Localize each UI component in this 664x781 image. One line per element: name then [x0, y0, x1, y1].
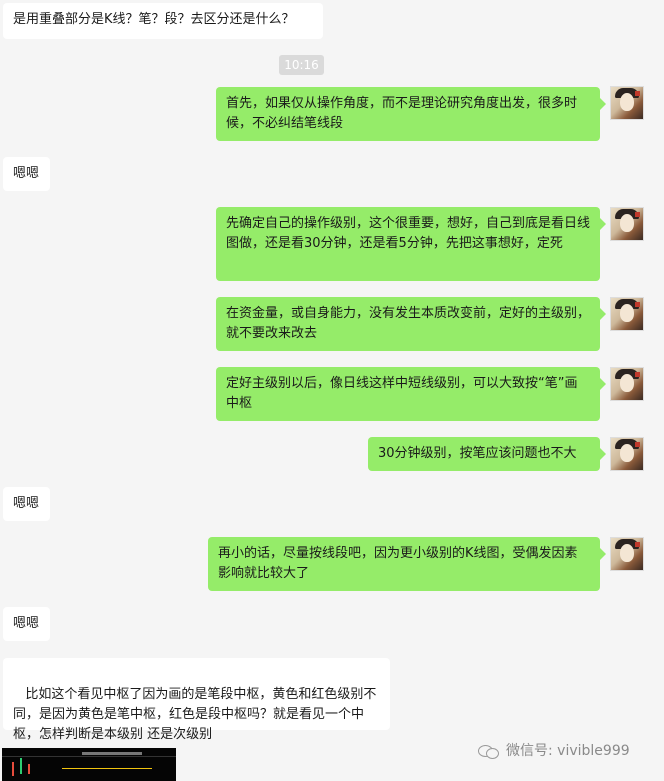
- avatar-icon[interactable]: [610, 437, 644, 471]
- message-sent: 在资金量，或自身能力，没有发生本质改变前，定好的主级别，就不要改来改去: [216, 297, 606, 351]
- watermark-text: 微信号: vivible999: [506, 743, 630, 759]
- message-sent: 先确定自己的操作级别，这个很重要，想好，自己到底是看日线图做，还是看30分钟，还…: [216, 207, 606, 281]
- message-text: 30分钟级别，按笔应该问题也不大: [378, 446, 577, 461]
- avatar-icon[interactable]: [610, 537, 644, 571]
- message-text: 嗯嗯: [13, 496, 40, 511]
- timestamp: 10:16: [279, 55, 324, 75]
- message-received: 嗯嗯: [3, 607, 50, 641]
- message-sent: 首先，如果仅从操作角度，而不是理论研究角度出发，很多时候，不必纠结笔线段: [216, 87, 606, 141]
- watermark: 微信号: vivible999: [478, 740, 630, 762]
- wechat-icon: [478, 743, 500, 759]
- message-text: 再小的话，尽量按线段吧，因为更小级别的K线图，受偶发因素影响就比较大了: [218, 546, 578, 581]
- message-sent: 再小的话，尽量按线段吧，因为更小级别的K线图，受偶发因素影响就比较大了: [208, 537, 606, 591]
- message-received: 比如这个看见中枢了因为画的是笔段中枢，黄色和红色级别不同，是因为黄色是笔中枢，红…: [3, 658, 390, 742]
- message-text: 首先，如果仅从操作角度，而不是理论研究角度出发，很多时候，不必纠结笔线段: [226, 96, 578, 131]
- avatar-icon[interactable]: [610, 367, 644, 401]
- message-received: 嗯嗯: [3, 157, 50, 191]
- message-text: 嗯嗯: [13, 166, 40, 181]
- chart-image-thumbnail[interactable]: [2, 748, 176, 781]
- message-text: 先确定自己的操作级别，这个很重要，想好，自己到底是看日线图做，还是看30分钟，还…: [226, 216, 591, 251]
- message-text: 是用重叠部分是K线？笔？段？去区分还是什么？: [13, 12, 295, 27]
- message-received: 是用重叠部分是K线？笔？段？去区分还是什么？: [3, 3, 323, 39]
- avatar-icon[interactable]: [610, 207, 644, 241]
- message-text: 比如这个看见中枢了因为画的是笔段中枢，黄色和红色级别不同，是因为黄色是笔中枢，红…: [13, 687, 377, 742]
- avatar-icon[interactable]: [610, 297, 644, 331]
- message-sent: 30分钟级别，按笔应该问题也不大: [368, 437, 606, 471]
- message-text: 嗯嗯: [13, 616, 40, 631]
- message-received: 嗯嗯: [3, 487, 50, 521]
- message-text: 定好主级别以后，像日线这样中短线级别，可以大致按“笔”画中枢: [226, 376, 578, 411]
- avatar-icon[interactable]: [610, 86, 644, 120]
- message-text: 在资金量，或自身能力，没有发生本质改变前，定好的主级别，就不要改来改去: [226, 306, 591, 341]
- message-sent: 定好主级别以后，像日线这样中短线级别，可以大致按“笔”画中枢: [216, 367, 606, 421]
